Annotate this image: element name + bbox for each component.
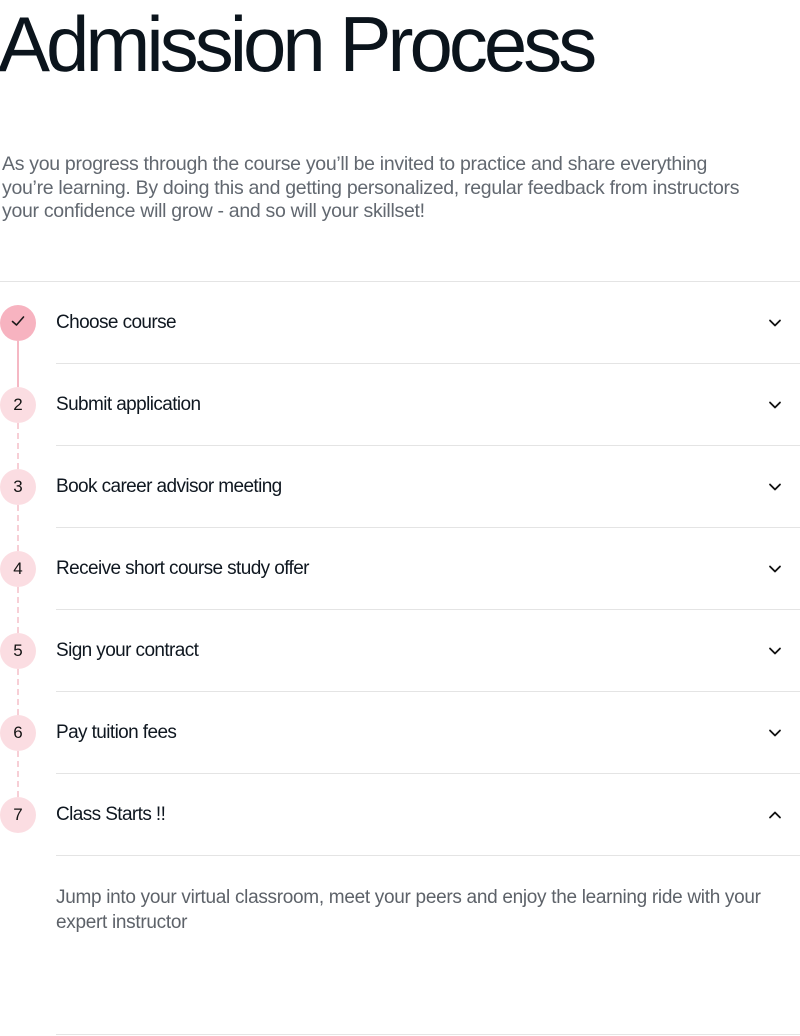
admission-steps-accordion: Choose course 2 Submit application 3 Boo…	[0, 282, 800, 856]
step-marker: 5	[0, 633, 36, 669]
step-marker: 2	[0, 387, 36, 423]
check-icon	[9, 312, 27, 335]
step-choose-course[interactable]: Choose course	[0, 282, 800, 364]
intro-paragraph: As you progress through the course you’l…	[2, 153, 740, 222]
page-title: Admission Process	[0, 0, 597, 88]
timeline-connector	[17, 423, 19, 469]
step-divider	[56, 1034, 800, 1035]
chevron-down-icon[interactable]	[768, 398, 782, 412]
step-divider	[56, 855, 800, 856]
step-receive-study-offer[interactable]: 4 Receive short course study offer	[0, 528, 800, 610]
step-marker: 7	[0, 797, 36, 833]
timeline-connector-completed	[17, 341, 19, 387]
step-marker: 4	[0, 551, 36, 587]
step-book-career-advisor-meeting[interactable]: 3 Book career advisor meeting	[0, 446, 800, 528]
chevron-up-icon[interactable]	[768, 808, 782, 822]
step-detail-text: Jump into your virtual classroom, meet y…	[56, 887, 761, 933]
timeline-connector	[17, 669, 19, 715]
step-marker: 3	[0, 469, 36, 505]
chevron-down-icon[interactable]	[768, 480, 782, 494]
step-marker-completed	[0, 305, 36, 341]
step-pay-tuition-fees[interactable]: 6 Pay tuition fees	[0, 692, 800, 774]
step-sign-contract[interactable]: 5 Sign your contract	[0, 610, 800, 692]
step-marker: 6	[0, 715, 36, 751]
step-label: Submit application	[56, 394, 201, 415]
step-label: Pay tuition fees	[56, 722, 177, 743]
step-class-starts[interactable]: 7 Class Starts !!	[0, 774, 800, 856]
step-label: Class Starts !!	[56, 804, 166, 825]
step-label: Sign your contract	[56, 640, 199, 661]
step-label: Receive short course study offer	[56, 558, 310, 579]
chevron-down-icon[interactable]	[768, 644, 782, 658]
timeline-connector	[17, 587, 19, 633]
step-label: Choose course	[56, 312, 177, 333]
step-label: Book career advisor meeting	[56, 476, 282, 497]
step-submit-application[interactable]: 2 Submit application	[0, 364, 800, 446]
chevron-down-icon[interactable]	[768, 316, 782, 330]
chevron-down-icon[interactable]	[768, 726, 782, 740]
chevron-down-icon[interactable]	[768, 562, 782, 576]
timeline-connector	[17, 751, 19, 797]
timeline-connector	[17, 505, 19, 551]
